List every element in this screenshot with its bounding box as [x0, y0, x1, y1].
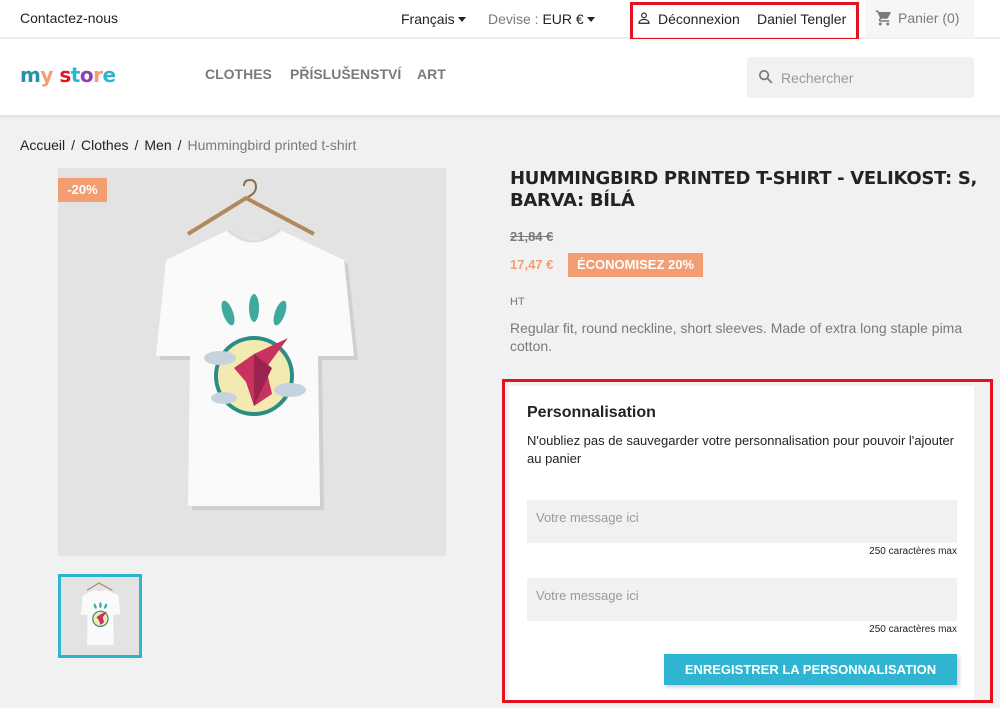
logout-link[interactable]: Déconnexion	[658, 11, 740, 27]
store-logo[interactable]: my store	[20, 63, 116, 87]
breadcrumb-item-clothes[interactable]: Clothes	[81, 137, 128, 153]
cart-button[interactable]: Panier (0)	[865, 0, 974, 38]
current-price: 17,47 €	[510, 257, 554, 272]
breadcrumb: Accueil / Clothes / Men / Hummingbird printed …	[20, 137, 357, 153]
nav-item-clothes[interactable]: CLOTHES	[205, 66, 272, 82]
cart-label: Panier (0)	[898, 10, 960, 26]
product-description: Regular fit, round neckline, short sleev…	[510, 320, 963, 354]
discount-flag: -20%	[58, 178, 107, 202]
char-limit-note-2: 250 caractères max	[869, 624, 957, 635]
char-limit-note-1: 250 caractères max	[869, 546, 957, 557]
breadcrumb-item-home[interactable]: Accueil	[20, 137, 65, 153]
nav-item-art[interactable]: ART	[417, 66, 446, 82]
tshirt-image	[58, 168, 446, 556]
currency-selector[interactable]: Devise : EUR €	[488, 11, 595, 27]
product-thumbnail[interactable]	[58, 574, 142, 658]
search-box	[747, 57, 974, 98]
product-main-image[interactable]	[58, 168, 446, 556]
user-icon	[638, 12, 650, 24]
account-name-link[interactable]: Daniel Tengler	[757, 11, 846, 27]
customization-title: Personnalisation	[527, 404, 656, 421]
search-input[interactable]	[781, 57, 966, 98]
currency-value: EUR €	[542, 11, 584, 27]
contact-link[interactable]: Contactez-nous	[20, 10, 118, 26]
cart-icon	[875, 10, 891, 26]
language-label: Français	[401, 11, 455, 27]
breadcrumb-current: Hummingbird printed t-shirt	[187, 137, 357, 153]
customization-message-field-2[interactable]	[527, 578, 957, 621]
caret-down-icon	[457, 17, 466, 22]
search-icon[interactable]	[757, 68, 774, 85]
currency-label: Devise :	[488, 11, 539, 27]
discount-badge: ÉCONOMISEZ 20%	[568, 253, 704, 277]
tshirt-thumbnail-image	[61, 577, 139, 655]
breadcrumb-item-men[interactable]: Men	[144, 137, 171, 153]
save-customization-button[interactable]: ENREGISTRER LA PERSONNALISATION	[664, 654, 957, 685]
customization-message-field-1[interactable]	[527, 500, 957, 543]
tax-label: HT	[510, 296, 525, 308]
language-selector[interactable]: Français	[401, 11, 466, 27]
product-title: HUMMINGBIRD PRINTED T-SHIRT - VELIKOST: …	[510, 168, 978, 211]
customization-note: N'oubliez pas de sauvegarder votre perso…	[527, 433, 955, 466]
site-header: my store CLOTHES PŘÍSLUŠENSTVÍ ART	[0, 39, 1000, 115]
customization-panel: Personnalisation N'oubliez pas de sauveg…	[509, 386, 974, 700]
nav-item-accessories[interactable]: PŘÍSLUŠENSTVÍ	[290, 66, 401, 82]
regular-price: 21,84 €	[510, 229, 554, 244]
caret-down-icon	[586, 17, 595, 22]
